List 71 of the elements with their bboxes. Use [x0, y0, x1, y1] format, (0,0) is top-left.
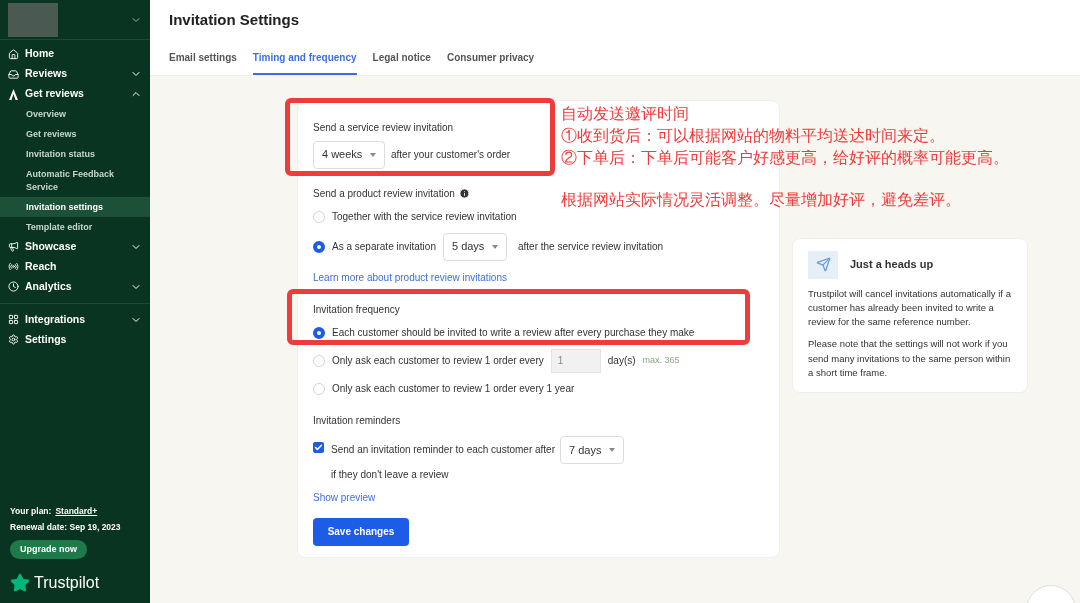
section-label: Send a product review invitation — [313, 186, 455, 201]
radio-label: Each customer should be invited to write a review after every purchase they make — [332, 326, 695, 340]
nav-subitem[interactable]: Invitation settings — [0, 196, 150, 217]
radio-button[interactable] — [313, 326, 325, 339]
nav-item[interactable]: Integrations — [0, 310, 150, 330]
info-paragraph: Trustpilot will cancel invitations automatically if a customer has already been invited to write a review for the same reference number. — [808, 286, 1012, 329]
checkbox[interactable] — [313, 441, 324, 453]
nav-icon — [8, 261, 19, 273]
annotation-text: ①收到货后：可以根据网站的物料平均送达时间来定。 — [561, 126, 946, 146]
nav-icon — [8, 314, 19, 326]
annotation-text: 自动发送邀评时间 — [561, 104, 690, 124]
tab[interactable]: Legal notice — [372, 49, 431, 75]
nav-item[interactable]: Home — [0, 44, 150, 64]
radio-label: Only ask each customer to review 1 order every — [332, 354, 544, 368]
info-paragraph: Please note that the settings will not work if you send many invitations to the same person within a short time frame. — [808, 337, 1012, 380]
nav-item[interactable]: Showcase — [0, 237, 150, 257]
learn-more-link[interactable]: Learn more about product review invitations — [313, 269, 779, 285]
nav-subitem[interactable]: Template editor — [0, 216, 150, 237]
info-icon[interactable] — [458, 187, 470, 199]
dropdown-select[interactable]: 7 days — [560, 435, 624, 464]
check-icon — [314, 442, 323, 452]
brand-logo-text: Trustpilot — [34, 573, 100, 593]
radio-button[interactable] — [313, 240, 325, 253]
info-card-title: Just a heads up — [850, 257, 934, 273]
nav-item[interactable]: Settings — [0, 330, 150, 350]
paper-plane-icon — [808, 250, 838, 279]
select-suffix: if they don't leave a review — [331, 467, 449, 482]
tab[interactable]: Consumer privacy — [446, 49, 535, 75]
tab[interactable]: Email settings — [169, 49, 237, 75]
account-logo-placeholder — [8, 2, 58, 37]
radio-label: As a separate invitation — [332, 240, 436, 254]
checkbox-label: Send an invitation reminder to each customer after — [331, 442, 555, 457]
tab[interactable]: Timing and frequency — [252, 49, 357, 75]
nav-item[interactable]: Analytics — [0, 277, 150, 297]
nav-subitem[interactable]: Overview — [0, 104, 150, 125]
nav-subitem[interactable]: Get reviews — [0, 124, 150, 145]
radio-label: Only ask each customer to review 1 order every 1 year — [332, 382, 575, 396]
caret-icon — [609, 447, 615, 452]
nav-item[interactable]: Get reviews — [0, 84, 150, 104]
page-title: Invitation Settings — [169, 10, 300, 30]
plan-link[interactable]: Standard+ — [55, 504, 98, 518]
upgrade-button[interactable]: Upgrade now — [10, 540, 87, 559]
select-suffix: after the service review invitation — [517, 240, 664, 254]
input-suffix: day(s) — [607, 354, 636, 368]
caret-icon — [370, 152, 376, 157]
plan-label: Your plan: — [10, 504, 52, 518]
nav-icon — [8, 281, 19, 293]
star-logo-icon — [10, 573, 30, 593]
peak-icon — [8, 88, 19, 100]
nav-item[interactable]: Reach — [0, 257, 150, 277]
input-hint: max. 365 — [642, 353, 680, 367]
save-button[interactable]: Save changes — [313, 517, 409, 546]
caret-icon — [491, 244, 498, 249]
nav-icon — [8, 241, 19, 253]
dropdown-select[interactable]: 5 days — [442, 232, 507, 261]
nav-icon — [8, 68, 19, 80]
nav-icon — [8, 334, 19, 346]
annotation-text: 根据网站实际情况灵活调整。尽量增加好评，避免差评。 — [561, 190, 962, 210]
show-preview-link[interactable]: Show preview — [313, 489, 779, 505]
nav-item[interactable]: Reviews — [0, 64, 150, 84]
section-label: Invitation frequency — [313, 302, 401, 317]
nav-subitem[interactable]: Invitation status — [0, 144, 150, 165]
renewal-date: Renewal date: Sep 19, 2023 — [10, 521, 122, 534]
nav-subitem[interactable]: Automatic Feedback Service — [0, 164, 150, 197]
annotation-text: ②下单后：下单后可能客户好感更高，给好评的概率可能更高。 — [561, 148, 1009, 168]
section-label: Invitation reminders — [313, 413, 402, 428]
select-suffix: after your customer's order — [391, 148, 511, 162]
dropdown-select[interactable]: 4 weeks — [313, 140, 385, 169]
section-label: Send a service review invitation — [313, 120, 455, 135]
radio-label: Together with the service review invitation — [332, 210, 517, 224]
nav-icon — [8, 48, 19, 60]
